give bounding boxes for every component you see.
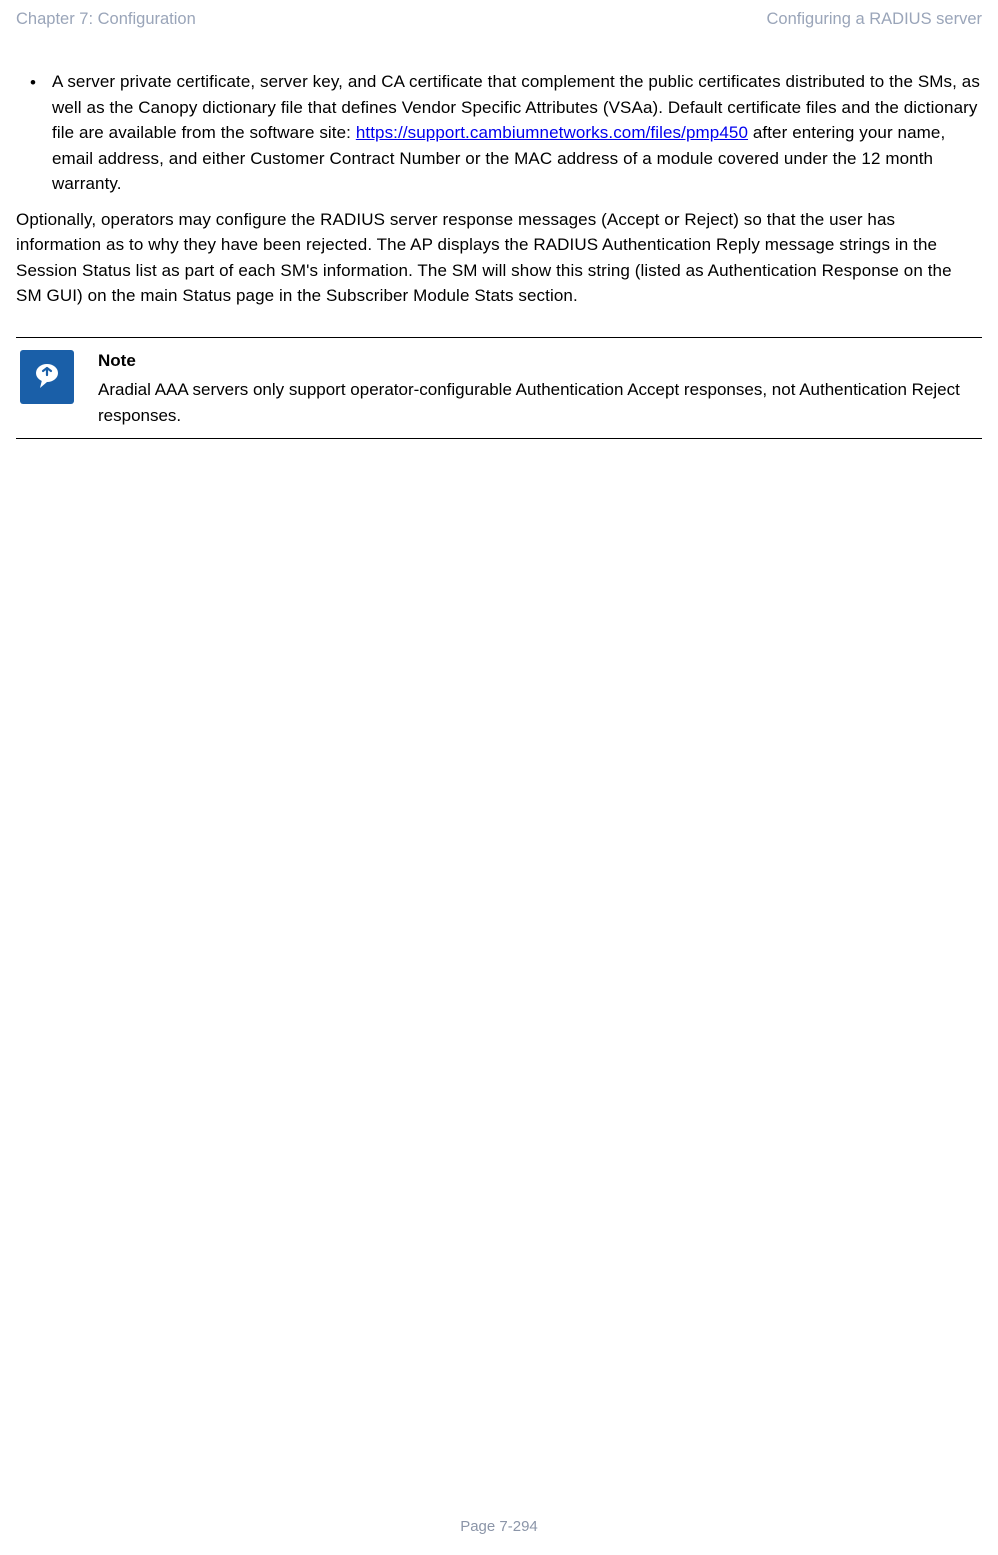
bullet-marker: • <box>30 69 52 197</box>
body-paragraph: Optionally, operators may configure the … <box>16 207 982 309</box>
note-box: Note Aradial AAA servers only support op… <box>16 337 982 440</box>
bullet-text: A server private certificate, server key… <box>52 69 982 197</box>
note-icon <box>20 350 74 404</box>
note-body: Aradial AAA servers only support operato… <box>98 377 982 428</box>
support-link[interactable]: https://support.cambiumnetworks.com/file… <box>356 123 748 142</box>
bullet-list-item: • A server private certificate, server k… <box>16 69 982 197</box>
note-title: Note <box>98 348 982 374</box>
note-content: Note Aradial AAA servers only support op… <box>98 348 982 429</box>
header-chapter: Chapter 7: Configuration <box>16 10 196 29</box>
header-section: Configuring a RADIUS server <box>767 10 983 29</box>
page-footer: Page 7-294 <box>0 1518 998 1535</box>
page-header: Chapter 7: Configuration Configuring a R… <box>0 0 998 29</box>
page-content: • A server private certificate, server k… <box>0 29 998 439</box>
